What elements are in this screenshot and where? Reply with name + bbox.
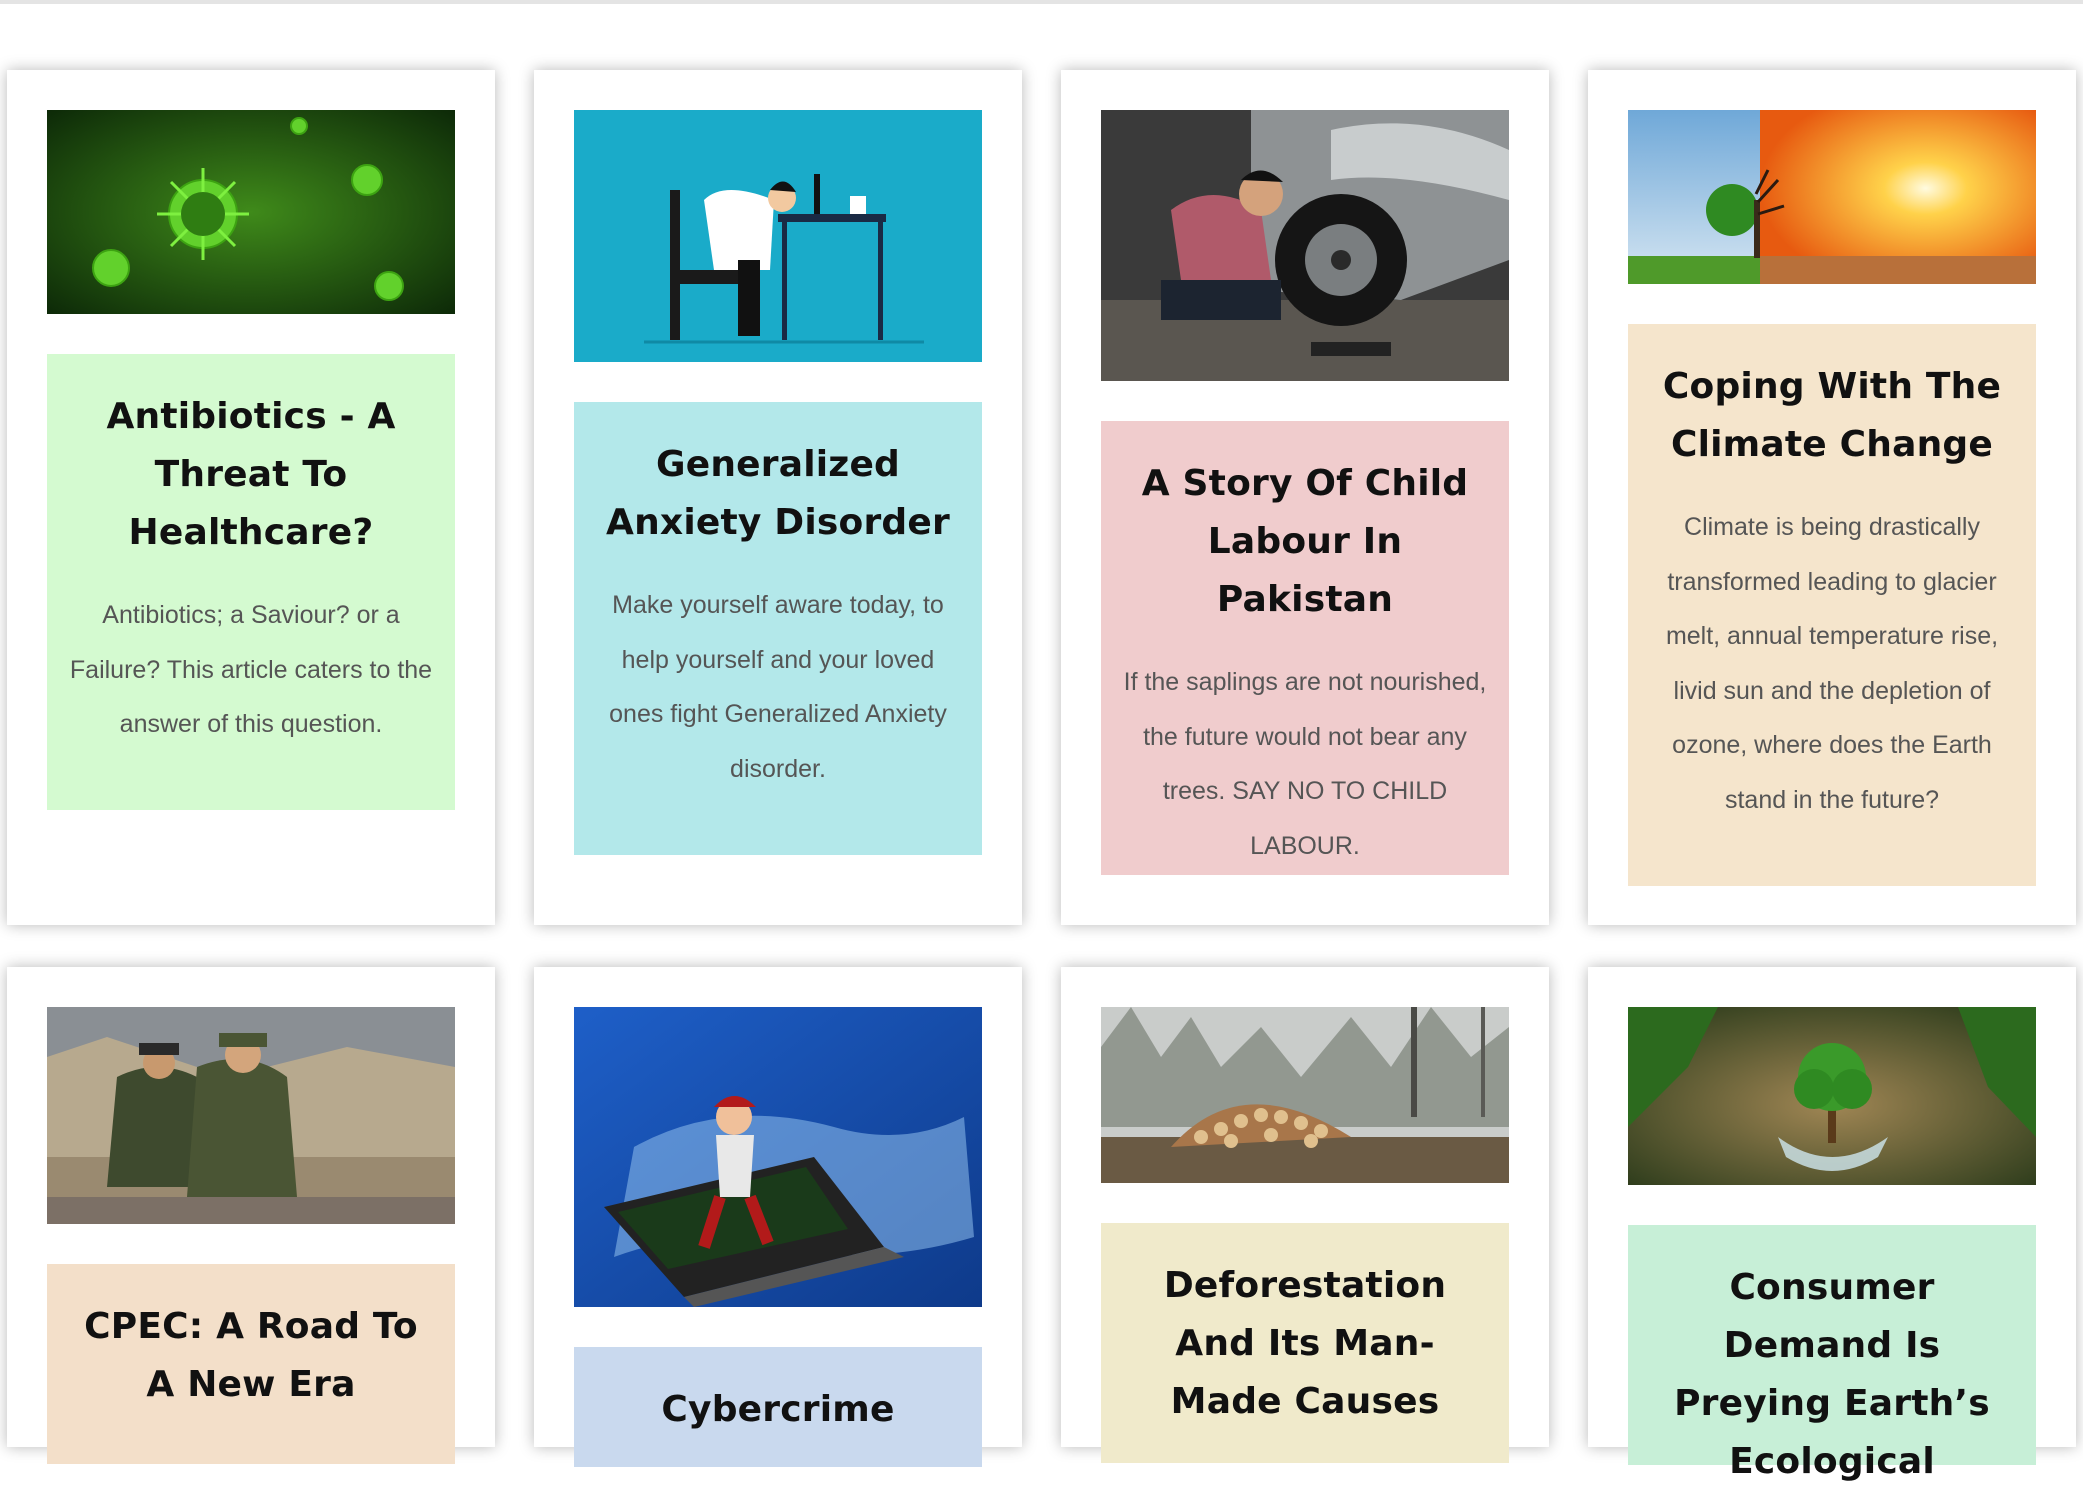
logs-image [1101, 1007, 1509, 1183]
article-title[interactable]: Antibiotics - A Threat To Healthcare? [67, 388, 435, 562]
article-title[interactable]: CPEC: A Road To A New Era [67, 1298, 435, 1414]
article-thumbnail[interactable] [574, 110, 982, 362]
article-summary-box: Generalized Anxiety Disorder Make yourse… [574, 402, 982, 855]
cybercrime-image [574, 1007, 982, 1307]
article-excerpt: If the saplings are not nourished, the f… [1123, 668, 1487, 860]
article-title[interactable]: Coping With The Climate Change [1648, 358, 2016, 474]
article-summary-box: CPEC: A Road To A New Era [47, 1264, 455, 1464]
article-summary-box: Consumer Demand Is Preying Earth’s Ecolo… [1628, 1225, 2036, 1482]
article-title[interactable]: Consumer Demand Is Preying Earth’s Ecolo… [1648, 1259, 2016, 1491]
climate-image [1628, 110, 2036, 284]
article-thumbnail[interactable] [1628, 110, 2036, 284]
article-summary-box: Antibiotics - A Threat To Healthcare? An… [47, 354, 455, 810]
article-thumbnail[interactable] [1101, 110, 1509, 381]
article-thumbnail[interactable] [1628, 1007, 2036, 1185]
article-thumbnail[interactable] [1101, 1007, 1509, 1183]
article-summary-box: A Story Of Child Labour In Pakistan If t… [1101, 421, 1509, 875]
tree-globe-image [1628, 1007, 2036, 1185]
article-grid: Antibiotics - A Threat To Healthcare? An… [0, 0, 2083, 1482]
article-thumbnail[interactable] [47, 1007, 455, 1224]
article-thumbnail[interactable] [47, 110, 455, 314]
article-card[interactable]: Deforestation And Its Man-Made Causes [1061, 967, 1549, 1463]
article-card[interactable]: Generalized Anxiety Disorder Make yourse… [534, 70, 1022, 925]
article-excerpt: Make yourself aware today, to help yours… [609, 591, 947, 783]
article-card[interactable]: CPEC: A Road To A New Era [7, 967, 495, 1464]
article-title[interactable]: Deforestation And Its Man-Made Causes [1121, 1257, 1489, 1431]
article-title[interactable]: A Story Of Child Labour In Pakistan [1121, 455, 1489, 629]
article-title[interactable]: Cybercrime [594, 1381, 962, 1439]
article-card[interactable]: Cybercrime [534, 967, 1022, 1467]
child-labour-image [1101, 110, 1509, 381]
article-card[interactable]: Coping With The Climate Change Climate i… [1588, 70, 2076, 925]
article-summary-box: Coping With The Climate Change Climate i… [1628, 324, 2036, 886]
soldiers-image [47, 1007, 455, 1224]
article-summary-box: Cybercrime [574, 1347, 982, 1467]
article-thumbnail[interactable] [574, 1007, 982, 1307]
article-card[interactable]: A Story Of Child Labour In Pakistan If t… [1061, 70, 1549, 925]
article-summary-box: Deforestation And Its Man-Made Causes [1101, 1223, 1509, 1463]
tired-worker-image [574, 110, 982, 362]
virus-image [47, 110, 455, 314]
article-excerpt: Climate is being drastically transformed… [1665, 513, 1999, 814]
article-card[interactable]: Antibiotics - A Threat To Healthcare? An… [7, 70, 495, 925]
article-card[interactable]: Consumer Demand Is Preying Earth’s Ecolo… [1588, 967, 2076, 1482]
article-excerpt: Antibiotics; a Saviour? or a Failure? Th… [69, 601, 433, 738]
article-title[interactable]: Generalized Anxiety Disorder [594, 436, 962, 552]
